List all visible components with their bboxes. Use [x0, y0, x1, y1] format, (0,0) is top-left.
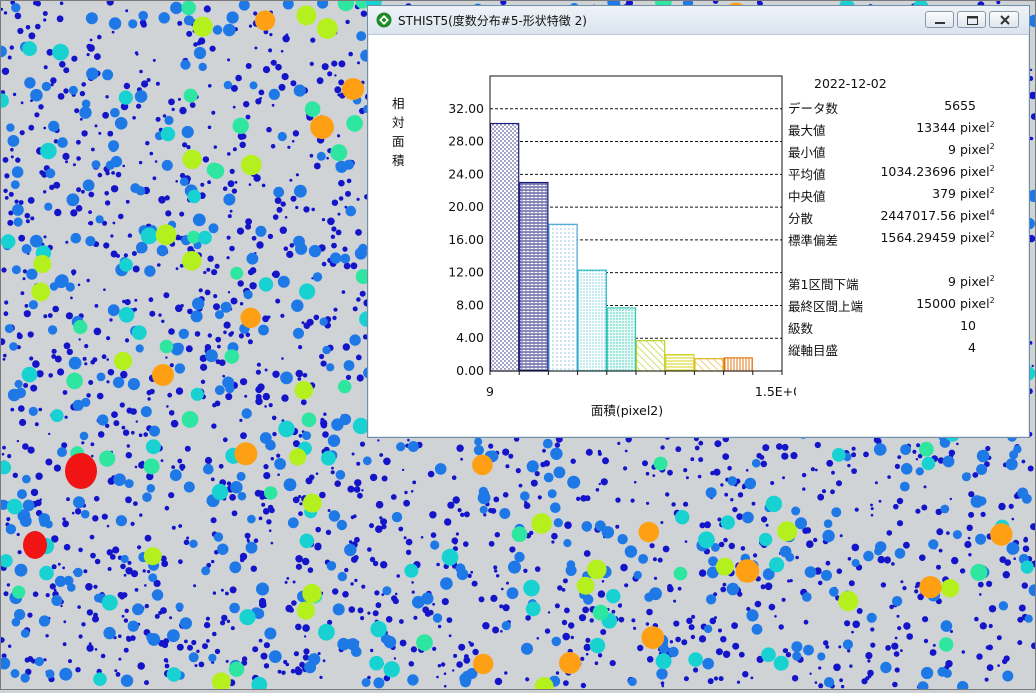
histogram-bar: [694, 358, 724, 372]
app-diamond-icon: [376, 12, 392, 28]
stat-row: 分散 2447017.56 pixel4: [788, 208, 1018, 228]
histogram-client-area: 相対面積 0.00 4.00 8.00 12.00 16.00 20.00 24.00 28.…: [376, 36, 1023, 431]
maximize-icon: [967, 16, 978, 25]
y-tick-label: 16.00: [448, 232, 484, 247]
close-button[interactable]: [989, 11, 1019, 28]
y-tick-label: 28.00: [448, 134, 484, 149]
stat-row: 最終区間上端 15000 pixel2: [788, 296, 1018, 316]
stat-unit: pixel2: [960, 120, 995, 136]
stat-value: 13344: [916, 120, 956, 135]
histogram-bar: [635, 340, 666, 372]
histogram-bar: [723, 357, 753, 372]
stat-unit: pixel2: [960, 230, 995, 246]
stat-row: 標準偏差 1564.29459 pixel2: [788, 230, 1018, 250]
minimize-button[interactable]: [925, 11, 954, 28]
stat-value: 4: [968, 340, 976, 355]
stat-label: 最終区間上端: [788, 299, 864, 314]
stat-value: 10: [960, 318, 976, 333]
y-tick-label: 4.00: [456, 330, 484, 345]
stat-unit: pixel2: [960, 142, 995, 158]
stat-row: 最大値 13344 pixel2: [788, 120, 1018, 140]
stat-value: 2447017.56: [880, 208, 956, 223]
stat-unit: pixel2: [960, 186, 995, 202]
y-tick-label: 20.00: [448, 199, 484, 214]
stat-unit: pixel2: [960, 164, 995, 180]
stat-label: 最小値: [788, 145, 826, 160]
maximize-button[interactable]: [957, 11, 986, 28]
stat-value: 1564.29459: [880, 230, 956, 245]
stat-row: データ数 5655: [788, 98, 1018, 118]
stat-label: 第1区間下端: [788, 277, 859, 292]
stat-value: 1034.23696: [880, 164, 956, 179]
stat-row: 第1区間下端 9 pixel2: [788, 274, 1018, 294]
stat-value: 15000: [916, 296, 956, 311]
stat-row: 最小値 9 pixel2: [788, 142, 1018, 162]
stat-unit: pixel2: [960, 274, 995, 290]
stat-unit: pixel4: [960, 208, 995, 224]
stat-label: 級数: [788, 321, 814, 336]
y-tick-label: 8.00: [456, 297, 484, 312]
minimize-icon: [935, 22, 945, 24]
stat-label: 平均値: [788, 167, 826, 182]
histogram-bar: [665, 354, 695, 372]
y-tick-label: 12.00: [448, 265, 484, 280]
stat-label: 標準偏差: [788, 233, 839, 248]
histogram-bar: [606, 307, 637, 372]
stat-row: 平均値 1034.23696 pixel2: [788, 164, 1018, 184]
stat-value: 9: [948, 274, 956, 289]
stat-row: 級数 10: [788, 318, 1018, 338]
stat-label: データ数: [788, 101, 839, 116]
title-bar[interactable]: STHIST5(度数分布#5-形状特徴 2): [368, 6, 1029, 35]
stat-label: 最大値: [788, 123, 826, 138]
stat-value: 5655: [944, 98, 976, 113]
x-axis-label: 面積(pixel2): [591, 403, 663, 418]
stat-value: 379: [932, 186, 956, 201]
histogram-bar: [519, 181, 549, 372]
x-tick-label: 9: [486, 384, 494, 399]
histogram-bar: [577, 269, 607, 372]
histogram-bar: [489, 122, 520, 372]
histogram-chart: 0.00 4.00 8.00 12.00 16.00 20.00 24.00 28.00 32.…: [448, 75, 796, 418]
histogram-window[interactable]: STHIST5(度数分布#5-形状特徴 2) 相対面積 0.00 4.00 8.…: [367, 5, 1030, 438]
stat-row: 中央値 379 pixel2: [788, 186, 1018, 206]
window-title: STHIST5(度数分布#5-形状特徴 2): [398, 14, 587, 28]
histogram-bar: [548, 223, 578, 372]
y-tick-label: 0.00: [456, 363, 484, 378]
stat-label: 縦軸目盛: [788, 343, 839, 358]
stat-value: 9: [948, 142, 956, 157]
x-tick-label: 1.5E+04: [755, 384, 796, 399]
stat-unit: pixel2: [960, 296, 995, 312]
date-label: 2022-12-02: [814, 76, 887, 91]
close-icon: [1000, 15, 1010, 25]
stat-row: 縦軸目盛 4: [788, 340, 1018, 360]
y-tick-label: 32.00: [448, 101, 484, 116]
stat-label: 分散: [788, 211, 814, 226]
stat-label: 中央値: [788, 189, 826, 204]
y-tick-label: 24.00: [448, 166, 484, 181]
